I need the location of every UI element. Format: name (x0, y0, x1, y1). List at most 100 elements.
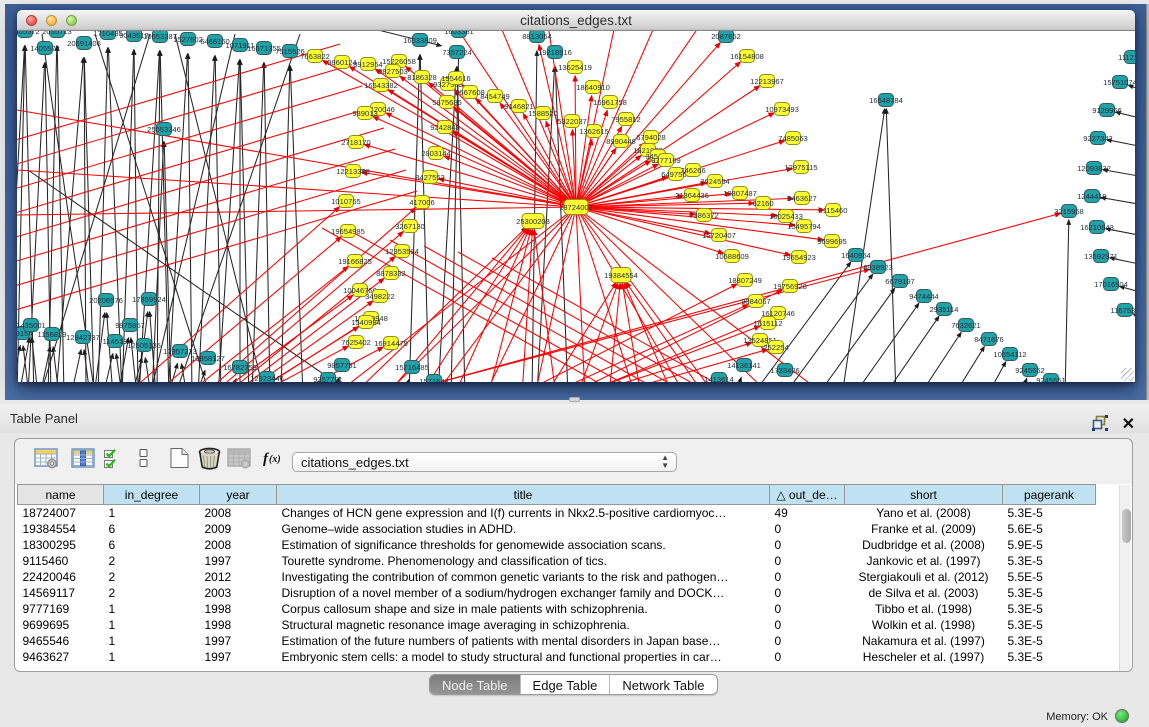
svg-text:1435001: 1435001 (17, 321, 46, 330)
svg-text:16543382: 16543382 (364, 81, 398, 90)
svg-text:1540994: 1540994 (351, 318, 381, 327)
svg-text:20691406: 20691406 (67, 39, 101, 48)
svg-text:16914479: 16914479 (374, 339, 408, 348)
svg-text:25300203: 25300203 (516, 217, 550, 226)
svg-text:19384554: 19384554 (604, 271, 638, 280)
svg-text:16154808: 16154808 (730, 52, 764, 61)
svg-text:62160: 62160 (752, 199, 773, 208)
svg-text:12213383: 12213383 (336, 167, 370, 176)
svg-text:417006: 417006 (409, 198, 434, 207)
svg-text:9227342: 9227342 (1083, 134, 1113, 143)
svg-text:2718170: 2718170 (341, 138, 371, 147)
svg-text:8938923: 8938923 (863, 263, 893, 272)
svg-text:1615112: 1615112 (754, 319, 783, 328)
svg-text:12093832: 12093832 (1077, 164, 1111, 173)
svg-text:1954616: 1954616 (441, 74, 471, 83)
svg-text:7625402: 7625402 (341, 338, 371, 347)
svg-text:1733426: 1733426 (770, 366, 800, 375)
svg-text:2055713: 2055713 (42, 31, 72, 36)
svg-text:15720407: 15720407 (702, 231, 736, 240)
svg-text:12975115: 12975115 (784, 163, 817, 172)
svg-text:19654923: 19654923 (782, 253, 816, 262)
svg-text:1362615: 1362615 (579, 127, 609, 136)
svg-text:10025433: 10025433 (769, 212, 803, 221)
svg-text:1112116: 1112116 (1118, 53, 1135, 62)
svg-text:1156829: 1156829 (38, 330, 67, 339)
svg-text:10958127: 10958127 (191, 354, 225, 363)
svg-text:12505135: 12505135 (127, 341, 161, 350)
svg-text:15716485: 15716485 (395, 363, 429, 372)
svg-text:8427552: 8427552 (415, 173, 445, 182)
svg-text:10653287: 10653287 (143, 32, 177, 41)
svg-text:9245652: 9245652 (1015, 366, 1045, 375)
svg-text:15226058: 15226058 (382, 57, 416, 66)
svg-text:25053346: 25053346 (147, 125, 181, 134)
svg-text:1413614: 1413614 (704, 375, 734, 382)
svg-text:6679197: 6679197 (885, 277, 915, 286)
svg-text:16648784: 16648784 (869, 96, 903, 105)
svg-text:9975867: 9975867 (115, 321, 145, 330)
svg-text:8878332: 8878332 (376, 269, 406, 278)
svg-text:10654112: 10654112 (993, 350, 1026, 359)
svg-text:1405572: 1405572 (17, 31, 40, 36)
svg-text:14136141: 14136141 (727, 361, 761, 370)
svg-text:7386372: 7386372 (689, 211, 719, 220)
svg-text:12923446: 12923446 (250, 374, 284, 382)
svg-text:19166825: 19166825 (338, 257, 372, 266)
svg-text:1405572: 1405572 (30, 44, 60, 53)
svg-text:5322037: 5322037 (557, 117, 587, 126)
svg-text:114519: 114519 (103, 337, 128, 346)
svg-text:15751074: 15751074 (1103, 78, 1135, 87)
svg-text:18640910: 18640910 (576, 83, 610, 92)
svg-text:8990448: 8990448 (606, 137, 636, 146)
svg-text:(x): (x) (269, 454, 281, 465)
svg-text:2087652: 2087652 (711, 32, 741, 41)
svg-text:7632621: 7632621 (951, 321, 981, 330)
svg-text:989013: 989013 (352, 109, 377, 118)
svg-text:1010755: 1010755 (331, 197, 361, 206)
svg-text:18724007: 18724007 (559, 203, 593, 212)
svg-text:1244419: 1244419 (1077, 192, 1107, 201)
svg-text:17359924: 17359924 (132, 295, 166, 304)
svg-text:9129966: 9129966 (1092, 106, 1122, 115)
svg-text:19218916: 19218916 (538, 48, 572, 57)
svg-text:9357791: 9357791 (313, 375, 343, 382)
svg-text:13625419: 13625419 (558, 63, 592, 72)
svg-text:8471676: 8471676 (974, 335, 1004, 344)
svg-text:9245651: 9245651 (1036, 376, 1066, 382)
svg-text:9777169: 9777169 (651, 156, 681, 165)
svg-text:9463627: 9463627 (787, 194, 817, 203)
svg-text:5875685: 5875685 (432, 98, 462, 107)
svg-text:252254: 252254 (763, 343, 788, 352)
svg-text:7485063: 7485063 (778, 134, 808, 143)
svg-text:6794028: 6794028 (636, 133, 666, 142)
svg-text:10807487: 10807487 (723, 189, 757, 198)
svg-text:8813054: 8813054 (522, 32, 552, 41)
svg-text:3498222: 3498222 (365, 292, 395, 301)
svg-text:9699695: 9699695 (817, 237, 847, 246)
svg-text:20206576: 20206576 (89, 296, 123, 305)
svg-text:19654985: 19654985 (331, 227, 365, 236)
svg-text:10688609: 10688609 (715, 252, 749, 261)
svg-text:1603381: 1603381 (444, 31, 474, 36)
svg-text:1588520: 1588520 (528, 109, 558, 118)
svg-text:12942737: 12942737 (66, 333, 100, 342)
svg-text:18807249: 18807249 (728, 276, 762, 285)
svg-text:16961758: 16961758 (593, 98, 627, 107)
svg-text:9115460: 9115460 (819, 206, 848, 215)
svg-text:9242848: 9242848 (430, 123, 460, 132)
svg-text:3215958: 3215958 (1054, 207, 1084, 216)
svg-text:7357224: 7357224 (442, 48, 472, 57)
svg-text:9474444: 9474444 (909, 292, 939, 301)
svg-text:10973493: 10973493 (765, 105, 799, 114)
svg-text:16033809: 16033809 (403, 36, 437, 45)
svg-text:9827503: 9827503 (378, 67, 408, 76)
svg-text:16782759: 16782759 (223, 363, 257, 372)
svg-text:21364436: 21364436 (675, 191, 709, 200)
svg-text:9857791: 9857791 (327, 361, 357, 370)
svg-text:7955812: 7955812 (611, 115, 641, 124)
svg-text:17016504: 17016504 (1094, 280, 1128, 289)
svg-text:13692971: 13692971 (1084, 252, 1118, 261)
svg-text:19756928: 19756928 (773, 282, 807, 291)
svg-text:12213967: 12213967 (750, 77, 784, 86)
